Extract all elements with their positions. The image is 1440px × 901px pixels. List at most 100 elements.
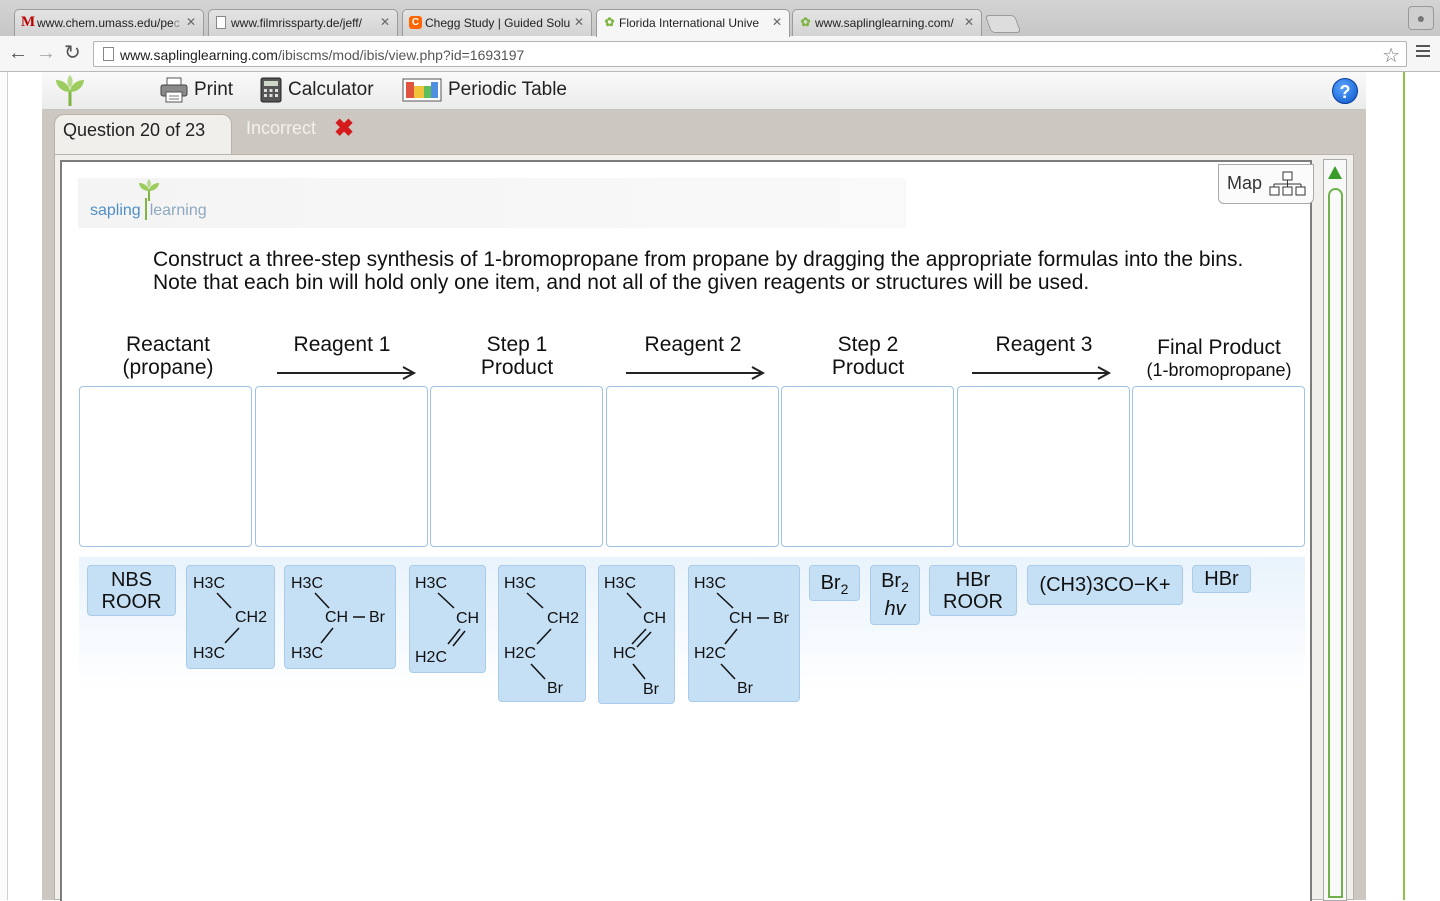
close-tab-icon[interactable]: ✕ [574,15,584,29]
tab-florida-international[interactable]: ✿ Florida International Unive ✕ [596,9,790,37]
close-tab-icon[interactable]: ✕ [380,15,390,29]
propene-structure-icon: H3C CH H2C [415,575,479,666]
bin-reagent-3[interactable] [957,386,1130,547]
question-frame: sapling learning Map Construct a three-s… [54,154,1354,901]
header-reactant: Reactant (propane) [122,333,214,379]
svg-text:CH: CH [643,610,666,627]
page: Print Calculator Periodic Table ? Questi… [0,72,1440,901]
scrollbar-thumb[interactable] [1328,188,1343,898]
svg-text:CH: CH [729,610,752,627]
help-button[interactable]: ? [1332,78,1358,104]
printer-icon [160,77,188,103]
browser-toolbar: ← → ↻ www.saplinglearning.com/ibiscms/mo… [0,36,1440,72]
arrow-right-icon [972,366,1112,380]
map-button[interactable]: Map [1218,164,1314,204]
arrow-right-icon [626,366,766,380]
tab-label: Florida International Unive [619,16,760,30]
sapling-leaf-icon: ✿ [800,15,811,29]
1-bromopropene-structure-icon: H3C CH HC Br [604,575,666,698]
bin-step-2-product[interactable] [781,386,954,547]
question-tab[interactable]: Question 20 of 23 [54,114,232,154]
question-content: sapling learning Map Construct a three-s… [60,160,1314,901]
bookmark-star-icon[interactable]: ☆ [1382,43,1400,68]
page-icon [103,47,114,61]
choice-hbr[interactable]: HBr [1192,565,1251,593]
bin-reagent-2[interactable] [606,386,779,547]
url-text: www.saplinglearning.com/ibiscms/mod/ibis… [120,47,525,63]
right-border [1403,72,1405,900]
svg-text:Br: Br [643,681,660,698]
reload-icon[interactable]: ↻ [64,43,81,63]
bin-reactant[interactable] [79,386,252,547]
incorrect-x-icon: ✖ [334,115,355,142]
svg-text:CH: CH [456,610,479,627]
choice-br2-hv[interactable]: Br2 hv [870,565,920,625]
svg-text:H2C: H2C [504,645,536,662]
new-tab-button[interactable] [984,15,1022,33]
tab-label: www.chem.umass.edu/pe [37,16,174,30]
choice-br2[interactable]: Br2 [809,565,860,601]
menu-icon[interactable] [1416,45,1430,59]
forward-arrow-icon[interactable]: → [36,43,56,63]
svg-text:H2C: H2C [415,649,447,666]
map-hierarchy-icon [1269,171,1306,196]
bin-final-product[interactable] [1132,386,1305,547]
svg-text:H3C: H3C [193,575,225,592]
bin-reagent-1[interactable] [255,386,428,547]
tab-label: Chegg Study | Guided Solu [425,16,571,30]
tab-chegg[interactable]: C Chegg Study | Guided Solu ✕ [402,9,592,36]
tab-label: www.saplinglearning.com/ [815,16,954,30]
app-toolbar: Print Calculator Periodic Table ? [42,72,1366,110]
svg-text:Br: Br [547,680,564,697]
svg-text:H3C: H3C [415,575,447,592]
bin-step-1-product[interactable] [430,386,603,547]
back-arrow-icon[interactable]: ← [8,43,28,63]
header-reagent-1: Reagent 1 [293,333,391,356]
choice-propene-structure[interactable]: H3C CH H2C [409,565,486,673]
periodic-table-icon [402,78,442,102]
chegg-favicon-icon: C [409,16,422,29]
close-tab-icon[interactable]: ✕ [964,15,974,29]
svg-text:CH2: CH2 [547,610,579,627]
sapling-logo: sapling learning [90,198,207,220]
tab-umass[interactable]: M www.chem.umass.edu/pec ✕ [14,9,204,36]
sapling-header: sapling learning [78,178,906,228]
periodic-table-button[interactable]: Periodic Table [402,77,567,105]
arrow-right-icon [277,366,417,380]
choice-2-bromopropane-structure[interactable]: H3C CH Br H3C [284,565,396,669]
choice-hbr-roor[interactable]: HBr ROOR [929,565,1017,616]
sapling-sprout-icon [56,75,84,106]
tab-strip: M www.chem.umass.edu/pec ✕ www.filmrissp… [0,0,1440,37]
choice-1-2-dibromopropane-structure[interactable]: H3C CH Br H2C Br [688,565,800,702]
status-label: Incorrect [246,118,317,138]
close-tab-icon[interactable]: ✕ [186,15,196,29]
calculator-button[interactable]: Calculator [260,77,374,105]
header-step-1-product: Step 1 Product [480,333,554,379]
left-gutter [0,72,8,900]
choice-tray: NBS ROOR H3C CH2 H3C H3C CH Br H3C H3C C… [79,557,1305,704]
svg-text:CH2: CH2 [235,609,267,626]
1-bromopropane-structure-icon: H3C CH2 H2C Br [504,575,579,697]
svg-text:Br: Br [773,610,790,627]
svg-text:CH: CH [325,609,348,626]
content-scrollbar[interactable] [1323,159,1347,901]
scroll-up-arrow-icon[interactable] [1328,166,1342,179]
choice-potassium-tert-butoxide[interactable]: (CH3)3CO−K+ [1027,565,1183,605]
profile-icon[interactable]: ● [1408,6,1434,30]
choice-propane-structure[interactable]: H3C CH2 H3C [186,565,275,669]
svg-text:H3C: H3C [291,575,323,592]
choice-1-bromopropene-structure[interactable]: H3C CH HC Br [598,565,675,704]
choice-nbs-roor[interactable]: NBS ROOR [87,565,176,616]
print-button[interactable]: Print [160,77,233,105]
svg-text:H3C: H3C [504,575,536,592]
header-reagent-2: Reagent 2 [644,333,742,356]
close-tab-icon[interactable]: ✕ [772,15,782,29]
tab-saplinglearning[interactable]: ✿ www.saplinglearning.com/ ✕ [792,9,982,36]
header-step-2-product: Step 2 Product [831,333,905,379]
choice-1-bromopropane-structure[interactable]: H3C CH2 H2C Br [498,565,586,702]
calculator-icon [260,77,282,103]
tab-label: www.filmrissparty.de/jeff/ [231,16,362,30]
svg-text:H3C: H3C [694,575,726,592]
tab-filmrissparty[interactable]: www.filmrissparty.de/jeff/ ✕ [208,9,398,36]
address-bar[interactable]: www.saplinglearning.com/ibiscms/mod/ibis… [93,41,1407,67]
